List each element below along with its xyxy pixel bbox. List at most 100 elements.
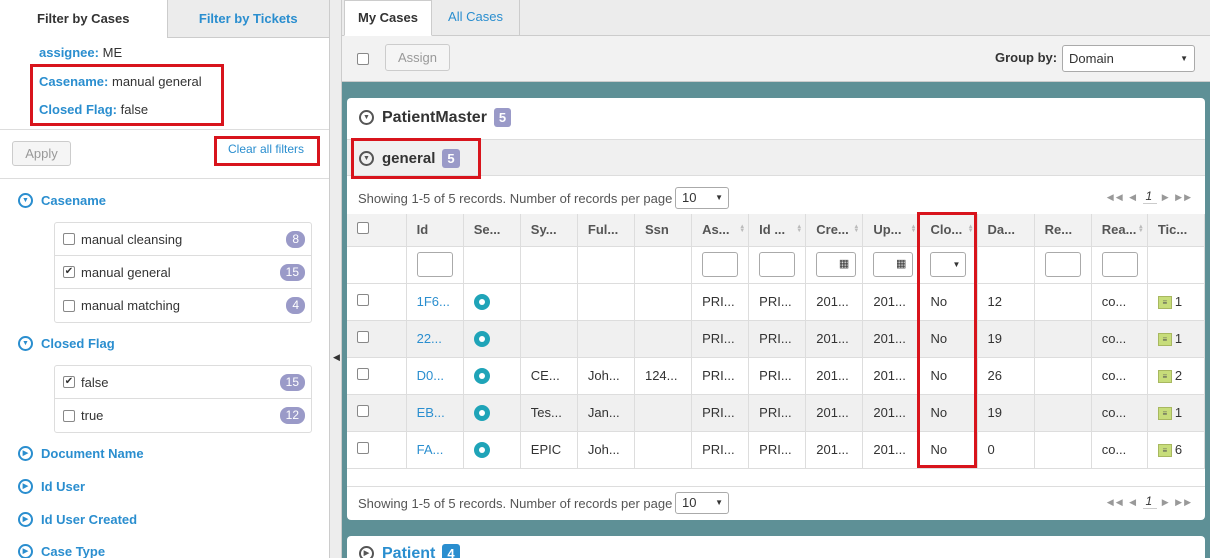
table-header-row: Id Se... Sy... Ful... Ssn As... ▲ ▼ Id ...… bbox=[347, 214, 1206, 247]
select-all-checkbox[interactable] bbox=[357, 53, 369, 65]
records-per-page-select[interactable]: 10 ▼ bbox=[675, 187, 729, 209]
row-checkbox[interactable] bbox=[357, 368, 369, 380]
row-checkbox[interactable] bbox=[357, 442, 369, 454]
row-checkbox[interactable] bbox=[357, 294, 369, 306]
facet-option[interactable]: ✔ false 15 bbox=[55, 366, 311, 399]
column-header[interactable]: Rea... ▲ ▼ bbox=[1091, 214, 1148, 247]
table-row[interactable]: 22... PRI... PRI... 201... 201... No 19 co... ≡ 1 bbox=[347, 320, 1206, 358]
column-header[interactable]: Sy... bbox=[520, 214, 578, 247]
table-row[interactable]: 1F6... PRI... PRI... 201... 201... No 12 co... ≡… bbox=[347, 283, 1206, 321]
ticket-count: 6 bbox=[1174, 441, 1183, 457]
checkbox[interactable] bbox=[63, 233, 75, 245]
ticket-list-icon[interactable]: ≡ bbox=[1157, 370, 1172, 384]
case-id-link[interactable]: D0... bbox=[417, 368, 444, 383]
ticket-list-icon[interactable]: ≡ bbox=[1157, 444, 1172, 458]
cell-tickets[interactable]: ≡ 1 bbox=[1147, 283, 1206, 321]
created-date-filter[interactable]: ▦ bbox=[816, 252, 857, 277]
facet-header-case-type[interactable]: ▶ Case Type bbox=[18, 544, 105, 558]
ticket-list-icon[interactable]: ≡ bbox=[1157, 296, 1172, 310]
facet-header-closed-flag[interactable]: ▼ Closed Flag bbox=[18, 336, 115, 351]
ticket-list-icon[interactable]: ≡ bbox=[1157, 407, 1172, 421]
highlight-box-clear-filters bbox=[214, 136, 320, 166]
facet-option[interactable]: manual cleansing 8 bbox=[55, 223, 311, 256]
cell-id[interactable]: 1F6... bbox=[406, 283, 464, 321]
table-row[interactable]: D0... CE... Joh... 124... PRI... PRI... 201...… bbox=[347, 357, 1206, 395]
cell-id[interactable]: EB... bbox=[406, 394, 464, 432]
records-per-page-select[interactable]: 10 ▼ bbox=[675, 492, 729, 514]
tab-my-cases[interactable]: My Cases bbox=[344, 0, 432, 36]
tab-filter-by-cases[interactable]: Filter by Cases bbox=[0, 0, 168, 38]
group-header-patient[interactable]: ▶ Patient 4 bbox=[359, 544, 460, 558]
table-cell: co... bbox=[1091, 394, 1148, 432]
pagination-controls[interactable]: ◀◀ ◀ 1 ▶ ▶▶ bbox=[1107, 494, 1193, 509]
row-checkbox[interactable] bbox=[357, 331, 369, 343]
cell-severity bbox=[463, 431, 521, 469]
reason-filter-input[interactable] bbox=[1101, 252, 1138, 277]
re-filter-input[interactable] bbox=[1044, 252, 1081, 277]
column-header[interactable]: Se... bbox=[463, 214, 521, 247]
cell-value: Tes... bbox=[530, 405, 562, 420]
filter-cell bbox=[748, 246, 807, 284]
checkbox-checked[interactable]: ✔ bbox=[63, 376, 75, 388]
column-header[interactable]: Tic... bbox=[1147, 214, 1206, 247]
assign-button[interactable]: Assign bbox=[385, 44, 450, 71]
facet-header-casename[interactable]: ▼ Casename bbox=[18, 193, 106, 208]
table-cell bbox=[1034, 431, 1092, 469]
tab-all-cases[interactable]: All Cases bbox=[432, 0, 520, 36]
case-id-link[interactable]: 1F6... bbox=[417, 294, 450, 309]
apply-button[interactable]: Apply bbox=[12, 141, 71, 166]
cell-tickets[interactable]: ≡ 2 bbox=[1147, 357, 1206, 395]
column-header[interactable]: Id ... ▲ ▼ bbox=[748, 214, 807, 247]
checkbox-checked[interactable]: ✔ bbox=[63, 266, 75, 278]
cell-tickets[interactable]: ≡ 1 bbox=[1147, 394, 1206, 432]
active-filter-value: ME bbox=[102, 45, 123, 60]
group-by-select[interactable]: Domain ▼ bbox=[1062, 45, 1195, 72]
case-id-link[interactable]: 22... bbox=[417, 331, 442, 346]
case-id-link[interactable]: EB... bbox=[417, 405, 445, 420]
row-checkbox[interactable] bbox=[357, 405, 369, 417]
id-user-filter-input[interactable] bbox=[759, 252, 796, 277]
facet-header-id-user-created[interactable]: ▶ Id User Created bbox=[18, 512, 137, 527]
cell-tickets[interactable]: ≡ 1 bbox=[1147, 320, 1206, 358]
collapse-left-icon[interactable]: ◀ bbox=[333, 352, 340, 363]
cell-id[interactable]: 22... bbox=[406, 320, 464, 358]
group-header-patientmaster[interactable]: ▼ PatientMaster 5 bbox=[359, 108, 512, 127]
updated-date-filter[interactable]: ▦ bbox=[873, 252, 914, 277]
checkbox[interactable] bbox=[63, 409, 75, 422]
ticket-list-icon[interactable]: ≡ bbox=[1157, 333, 1172, 347]
column-header[interactable]: Re... bbox=[1034, 214, 1092, 247]
panel-splitter[interactable]: ◀ bbox=[330, 0, 342, 558]
filter-tabs: Filter by Cases Filter by Tickets bbox=[0, 0, 329, 38]
chevron-down-icon: ▼ bbox=[18, 193, 33, 208]
assignee-filter-input[interactable] bbox=[702, 252, 739, 277]
case-id-link[interactable]: FA... bbox=[417, 442, 444, 457]
facet-option[interactable]: ✔ manual general 15 bbox=[55, 256, 311, 289]
facet-header-document-name[interactable]: ▶ Document Name bbox=[18, 446, 144, 461]
table-cell: PRI... bbox=[691, 357, 750, 395]
cell-id[interactable]: D0... bbox=[406, 357, 464, 395]
cell-tickets[interactable]: ≡ 6 bbox=[1147, 431, 1206, 469]
cell-value: 12 bbox=[987, 294, 1002, 309]
table-row[interactable]: EB... Tes... Jan... PRI... PRI... 201... 201..… bbox=[347, 394, 1206, 432]
column-header[interactable]: Ful... bbox=[577, 214, 635, 247]
sort-icon: ▲ ▼ bbox=[1137, 224, 1144, 234]
filter-cell bbox=[463, 246, 521, 284]
column-header[interactable]: Id bbox=[406, 214, 464, 247]
tab-filter-by-tickets[interactable]: Filter by Tickets bbox=[167, 0, 329, 38]
group-by-label: Group by: bbox=[995, 50, 1058, 65]
column-header[interactable]: Da... bbox=[977, 214, 1035, 247]
facet-option[interactable]: true 12 bbox=[55, 399, 311, 432]
header-checkbox[interactable] bbox=[357, 222, 369, 235]
column-header[interactable]: As... ▲ ▼ bbox=[691, 214, 750, 247]
cell-value: 124... bbox=[644, 368, 678, 383]
facet-option[interactable]: manual matching 4 bbox=[55, 289, 311, 322]
cell-id[interactable]: FA... bbox=[406, 431, 464, 469]
facet-header-id-user[interactable]: ▶ Id User bbox=[18, 479, 85, 494]
column-header[interactable]: Cre... ▲ ▼ bbox=[805, 214, 864, 247]
id-filter-input[interactable] bbox=[416, 252, 453, 277]
checkbox[interactable] bbox=[63, 299, 75, 312]
column-header[interactable]: Ssn bbox=[634, 214, 693, 247]
column-header[interactable]: Up... ▲ ▼ bbox=[862, 214, 921, 247]
pagination-controls[interactable]: ◀◀ ◀ 1 ▶ ▶▶ bbox=[1107, 189, 1193, 204]
table-row[interactable]: FA... EPIC Joh... PRI... PRI... 201... 201... N… bbox=[347, 431, 1206, 469]
